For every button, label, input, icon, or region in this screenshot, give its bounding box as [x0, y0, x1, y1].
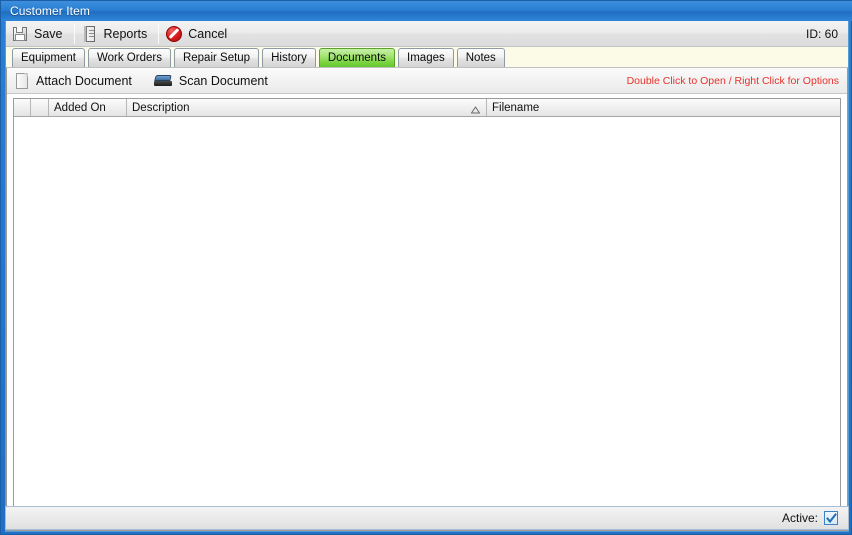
application-window: Customer Item Save Reports Cancel ID: 60…: [0, 0, 852, 535]
toolbar-separator: [73, 23, 75, 44]
tab-label: Documents: [327, 52, 387, 64]
active-checkbox[interactable]: [824, 511, 838, 525]
tab-equipment[interactable]: Equipment: [12, 48, 85, 67]
client-area: Save Reports Cancel ID: 60 Equipment Wor…: [5, 21, 849, 532]
cancel-button[interactable]: Cancel: [160, 22, 237, 46]
cancel-circle-slash-icon: [166, 25, 183, 42]
sort-ascending-triangle-icon: [470, 104, 481, 113]
reports-button-label: Reports: [103, 26, 148, 41]
tab-label: Repair Setup: [182, 52, 251, 64]
reports-button[interactable]: Reports: [76, 22, 158, 46]
tab-images[interactable]: Images: [398, 48, 454, 67]
tab-label: Images: [407, 52, 445, 64]
save-button[interactable]: Save: [6, 22, 73, 46]
document-page-icon: [15, 72, 29, 89]
main-toolbar: Save Reports Cancel ID: 60: [6, 21, 848, 47]
documents-grid-container: Added On Description Filename: [7, 94, 847, 530]
record-id-label: ID: 60: [805, 26, 838, 41]
documents-tab-page: Attach Document Scan Document Double Cli…: [6, 68, 848, 531]
tab-work-orders[interactable]: Work Orders: [87, 48, 171, 67]
status-bar: Active:: [5, 506, 849, 530]
checkmark-icon: [826, 513, 837, 524]
title-bar: Customer Item: [1, 1, 852, 21]
active-checkbox-label: Active:: [781, 511, 818, 525]
toolbar-separator: [158, 23, 160, 44]
grid-header-rownumber[interactable]: [14, 99, 31, 116]
tab-documents[interactable]: Documents: [318, 48, 396, 67]
grid-body-empty[interactable]: [14, 117, 840, 523]
grid-header-description-label: Description: [132, 101, 190, 114]
tab-strip: Equipment Work Orders Repair Setup Histo…: [6, 47, 848, 68]
documents-action-bar: Attach Document Scan Document Double Cli…: [7, 68, 847, 94]
tab-label: Equipment: [21, 52, 76, 64]
grid-header-description[interactable]: Description: [127, 99, 487, 116]
report-document-icon: [82, 25, 98, 42]
tab-label: Work Orders: [96, 52, 162, 64]
grid-header-filename[interactable]: Filename: [487, 99, 840, 116]
grid-header-row: Added On Description Filename: [14, 99, 840, 117]
tab-history[interactable]: History: [262, 48, 316, 67]
tab-label: History: [271, 52, 307, 64]
scan-document-label: Scan Document: [178, 73, 268, 88]
save-floppy-icon: [12, 26, 28, 42]
cancel-button-label: Cancel: [188, 26, 228, 41]
scan-document-button[interactable]: Scan Document: [153, 73, 268, 88]
grid-header-select[interactable]: [31, 99, 49, 116]
tab-label: Notes: [465, 52, 496, 64]
grid-usage-hint: Double Click to Open / Right Click for O…: [626, 74, 839, 87]
scanner-icon: [153, 74, 172, 88]
attach-document-button[interactable]: Attach Document: [15, 72, 132, 89]
attach-document-label: Attach Document: [36, 73, 132, 88]
tab-repair-setup[interactable]: Repair Setup: [173, 48, 260, 67]
grid-header-added-on[interactable]: Added On: [49, 99, 127, 116]
window-title: Customer Item: [10, 4, 90, 18]
tab-notes[interactable]: Notes: [456, 48, 505, 67]
documents-grid[interactable]: Added On Description Filename: [13, 98, 841, 524]
save-button-label: Save: [34, 26, 63, 41]
